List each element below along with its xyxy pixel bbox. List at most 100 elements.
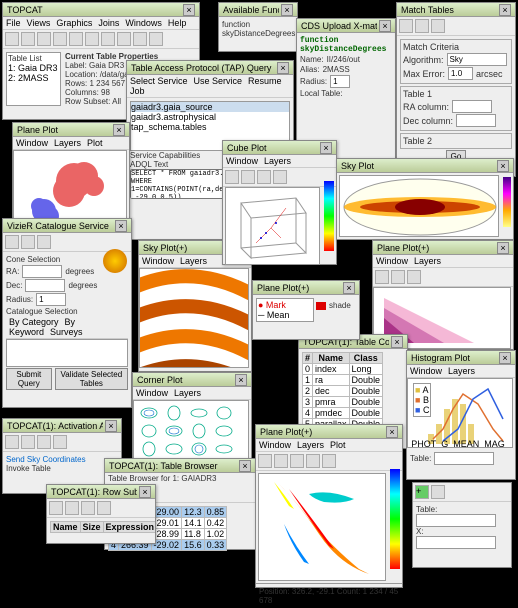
m[interactable]: Window	[142, 256, 174, 266]
titlebar[interactable]: Corner Plot×	[133, 373, 251, 387]
functions-window[interactable]: Available Functions× function skyDistanc…	[218, 2, 298, 52]
menubar[interactable]: WindowLayersPlot	[13, 137, 129, 150]
titlebar[interactable]: Sky Plot×	[337, 159, 513, 173]
table-input[interactable]	[416, 514, 496, 527]
m[interactable]: Layers	[180, 256, 207, 266]
multiplot-window[interactable]: Plane Plot(+)× ● Mark─ Mean shade	[252, 280, 360, 340]
tool-btn[interactable]	[49, 501, 63, 515]
tab[interactable]: By Category	[9, 317, 59, 327]
th[interactable]: Expression	[103, 522, 155, 533]
corner-matrix[interactable]	[133, 400, 249, 462]
tool-btn[interactable]	[69, 32, 83, 46]
tool-btn[interactable]	[431, 19, 445, 33]
tool-btn[interactable]	[37, 32, 51, 46]
tool-btn[interactable]	[399, 19, 413, 33]
tool-btn[interactable]	[37, 235, 51, 249]
table-sel[interactable]	[434, 452, 494, 465]
tool-btn[interactable]	[415, 19, 429, 33]
m[interactable]: Window	[410, 366, 442, 376]
sky-stripes[interactable]	[139, 268, 249, 368]
sky-allsky-window[interactable]: Sky Plot×	[336, 158, 514, 240]
m[interactable]: Layers	[297, 440, 324, 450]
cube-plot-window[interactable]: Cube Plot× WindowLayers	[222, 140, 337, 265]
tool-btn[interactable]	[273, 170, 287, 184]
m[interactable]: Window	[376, 256, 408, 266]
tool-btn[interactable]	[322, 454, 336, 468]
close-icon[interactable]: ×	[115, 220, 127, 232]
titlebar[interactable]: TOPCAT(1): Table Browser×	[105, 459, 255, 473]
corner-plot-window[interactable]: Corner Plot× WindowLayers	[132, 372, 252, 467]
titlebar[interactable]: TOPCAT×	[3, 3, 199, 17]
menu-joins[interactable]: Joins	[98, 18, 119, 28]
tool-btn[interactable]	[53, 32, 67, 46]
m[interactable]: Window	[16, 138, 48, 148]
close-icon[interactable]: ×	[277, 62, 289, 74]
menubar[interactable]: Window Layers	[223, 155, 336, 168]
tool-btn[interactable]	[21, 235, 35, 249]
titlebar[interactable]: Match Tables×	[397, 3, 515, 17]
tool-btn[interactable]	[133, 32, 147, 46]
subsets-table[interactable]: NameSizeExpression	[50, 521, 155, 533]
menubar[interactable]: Window Layers	[407, 365, 515, 378]
menubar[interactable]: WindowLayers	[373, 255, 513, 268]
m[interactable]: Window	[136, 388, 168, 398]
tool-btn[interactable]	[241, 170, 255, 184]
titlebar[interactable]: Plane Plot(+)×	[373, 241, 513, 255]
menu-views[interactable]: Views	[27, 18, 51, 28]
m[interactable]: Layers	[448, 366, 475, 376]
m[interactable]: Plot	[330, 440, 346, 450]
vizier-window[interactable]: VizieR Catalogue Service× Cone Selection…	[2, 218, 132, 408]
tool-btn[interactable]	[5, 435, 19, 449]
action-item[interactable]: Send Sky Coordinates	[6, 455, 118, 464]
table-list[interactable]: Table List 1: Gaia DR3 2: 2MASS	[6, 52, 61, 106]
menubar[interactable]: WindowLayers	[133, 387, 251, 400]
tool-btn[interactable]	[37, 435, 51, 449]
titlebar[interactable]: Available Functions×	[219, 3, 297, 17]
m[interactable]: Window	[226, 156, 258, 166]
titlebar[interactable]: TOPCAT(1): Row Subsets×	[47, 485, 155, 499]
m[interactable]: Plot	[87, 138, 103, 148]
titlebar[interactable]: Plane Plot×	[13, 123, 129, 137]
add-icon[interactable]: +	[415, 485, 429, 499]
menu-help[interactable]: Help	[168, 18, 187, 28]
close-icon[interactable]: ×	[497, 242, 509, 254]
m[interactable]: Layers	[264, 156, 291, 166]
titlebar[interactable]: VizieR Catalogue Service×	[3, 219, 131, 233]
titlebar[interactable]: Histogram Plot×	[407, 351, 515, 365]
close-icon[interactable]: ×	[239, 460, 251, 472]
aitoff-plot[interactable]	[339, 175, 499, 237]
table-item[interactable]: 2: 2MASS	[8, 73, 59, 83]
tool-btn[interactable]	[85, 32, 99, 46]
titlebar[interactable]: Table Access Protocol (TAP) Query×	[127, 61, 293, 75]
row-subsets-window[interactable]: TOPCAT(1): Row Subsets× NameSizeExpressi…	[46, 484, 156, 544]
tool-btn[interactable]	[258, 454, 272, 468]
ra1-input[interactable]	[452, 100, 492, 113]
tool-btn[interactable]	[290, 454, 304, 468]
table-row[interactable]: 0indexLong	[303, 364, 383, 375]
table-row[interactable]: 4pmdecDouble	[303, 408, 383, 419]
table-item[interactable]: 1: Gaia DR3	[8, 63, 59, 73]
titlebar[interactable]: Plane Plot(+)×	[253, 281, 359, 295]
alg-input[interactable]	[447, 53, 507, 66]
titlebar[interactable]: TOPCAT(1): Activation Actions×	[3, 419, 121, 433]
tab[interactable]: Use Service	[194, 76, 243, 86]
tool-btn[interactable]	[225, 170, 239, 184]
tab[interactable]: Select Service	[130, 76, 188, 86]
close-icon[interactable]: ×	[499, 4, 511, 16]
tool-btn[interactable]	[431, 485, 445, 499]
close-icon[interactable]: ×	[320, 142, 332, 154]
tool-btn[interactable]	[5, 235, 19, 249]
close-icon[interactable]: ×	[139, 486, 151, 498]
cmd-plot[interactable]	[258, 473, 386, 581]
tool-btn[interactable]	[407, 270, 421, 284]
menu-windows[interactable]: Windows	[125, 18, 162, 28]
close-icon[interactable]: ×	[281, 4, 293, 16]
th[interactable]: Name	[51, 522, 81, 533]
dec1-input[interactable]	[456, 114, 496, 127]
plane-cmd-window[interactable]: Plane Plot(+)× WindowLayersPlot Position…	[255, 424, 403, 588]
titlebar[interactable]: CDS Upload X-match×	[297, 19, 395, 33]
cat-list[interactable]	[6, 339, 128, 367]
titlebar[interactable]: Plane Plot(+)×	[256, 425, 402, 439]
tool-btn[interactable]	[81, 501, 95, 515]
color-swatch[interactable]	[316, 302, 326, 310]
